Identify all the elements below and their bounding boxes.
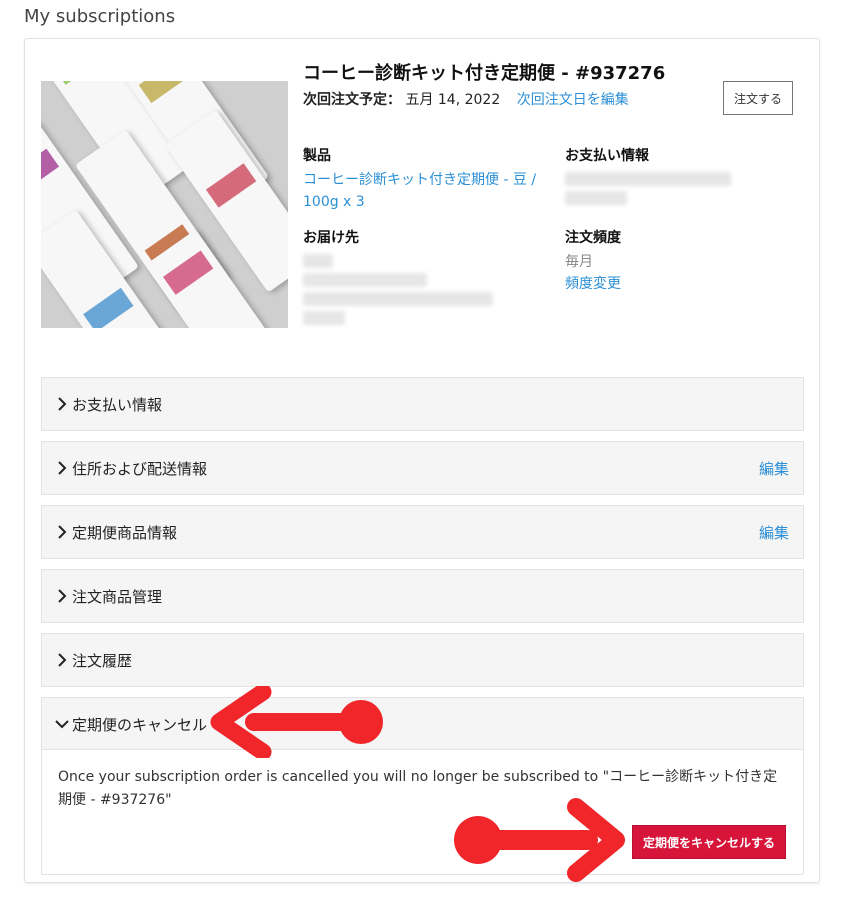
redacted-address-line: [303, 292, 493, 306]
accordion-label: 定期便商品情報: [72, 524, 178, 542]
frequency-change-link[interactable]: 頻度変更: [565, 273, 765, 295]
shipping-detail: お届け先: [303, 227, 523, 329]
chevron-right-icon: [58, 397, 67, 411]
accordion-subscription-products: 定期便商品情報 編集: [41, 505, 804, 559]
accordion-header[interactable]: 注文履歴: [42, 634, 803, 686]
page-heading: My subscriptions: [24, 6, 176, 27]
edit-address-link[interactable]: 編集: [759, 458, 789, 479]
subscription-title: コーヒー診断キット付き定期便 - #937276: [303, 63, 666, 84]
cancel-subscription-button[interactable]: 定期便をキャンセルする: [632, 825, 786, 859]
next-order-date: 五月 14, 2022: [405, 92, 501, 108]
accordion-order-history: 注文履歴: [41, 633, 804, 687]
frequency-detail: 注文頻度 毎月 頻度変更: [565, 227, 765, 295]
chevron-down-icon: [55, 720, 69, 729]
accordion-label: 注文商品管理: [72, 588, 163, 606]
chevron-right-icon: [58, 525, 67, 539]
accordion-payment-info: お支払い情報: [41, 377, 804, 431]
redacted-address-line: [303, 311, 345, 325]
accordion-header[interactable]: お支払い情報: [42, 378, 803, 430]
accordion-label: 定期便のキャンセル: [72, 716, 208, 734]
redacted-address-line: [303, 273, 427, 287]
order-now-button[interactable]: 注文する: [723, 81, 793, 115]
next-order-label: 次回注文予定：: [303, 92, 401, 108]
product-detail: 製品 コーヒー診断キット付き定期便 - 豆 / 100g x 3: [303, 145, 543, 213]
edit-next-date-link[interactable]: 次回注文日を編集: [517, 92, 629, 108]
redacted-payment-line: [565, 191, 627, 205]
accordion-header[interactable]: 注文商品管理: [42, 570, 803, 622]
subscription-card: コーヒー診断キット付き定期便 - #937276 次回注文予定： 五月 14, …: [24, 38, 820, 883]
redacted-payment-line: [565, 172, 731, 186]
cancel-message: Once your subscription order is cancelle…: [58, 769, 778, 808]
chevron-right-icon: [58, 589, 67, 603]
frequency-heading: 注文頻度: [565, 230, 621, 246]
product-heading: 製品: [303, 148, 331, 164]
chevron-right-icon: [58, 653, 67, 667]
redacted-address-line: [303, 254, 333, 268]
accordion-label: 注文履歴: [72, 652, 133, 670]
accordion-label: お支払い情報: [72, 396, 163, 414]
accordion-cancel-subscription: 定期便のキャンセル Once your subscription order i…: [41, 697, 804, 875]
accordion-header[interactable]: 定期便のキャンセル: [42, 698, 803, 750]
product-image: [41, 81, 288, 328]
accordion-order-items: 注文商品管理: [41, 569, 804, 623]
accordion-header[interactable]: 定期便商品情報 編集: [42, 506, 803, 558]
accordion-header[interactable]: 住所および配送情報 編集: [42, 442, 803, 494]
edit-products-link[interactable]: 編集: [759, 522, 789, 543]
accordion-address-shipping: 住所および配送情報 編集: [41, 441, 804, 495]
accordion-label: 住所および配送情報: [72, 460, 208, 478]
payment-detail: お支払い情報: [565, 145, 765, 209]
next-order-info: 次回注文予定： 五月 14, 2022 次回注文日を編集: [303, 89, 629, 109]
chevron-right-icon: [58, 461, 67, 475]
shipping-heading: お届け先: [303, 230, 359, 246]
frequency-value: 毎月: [565, 254, 593, 270]
payment-heading: お支払い情報: [565, 148, 649, 164]
product-link[interactable]: コーヒー診断キット付き定期便 - 豆 / 100g x 3: [303, 169, 543, 213]
